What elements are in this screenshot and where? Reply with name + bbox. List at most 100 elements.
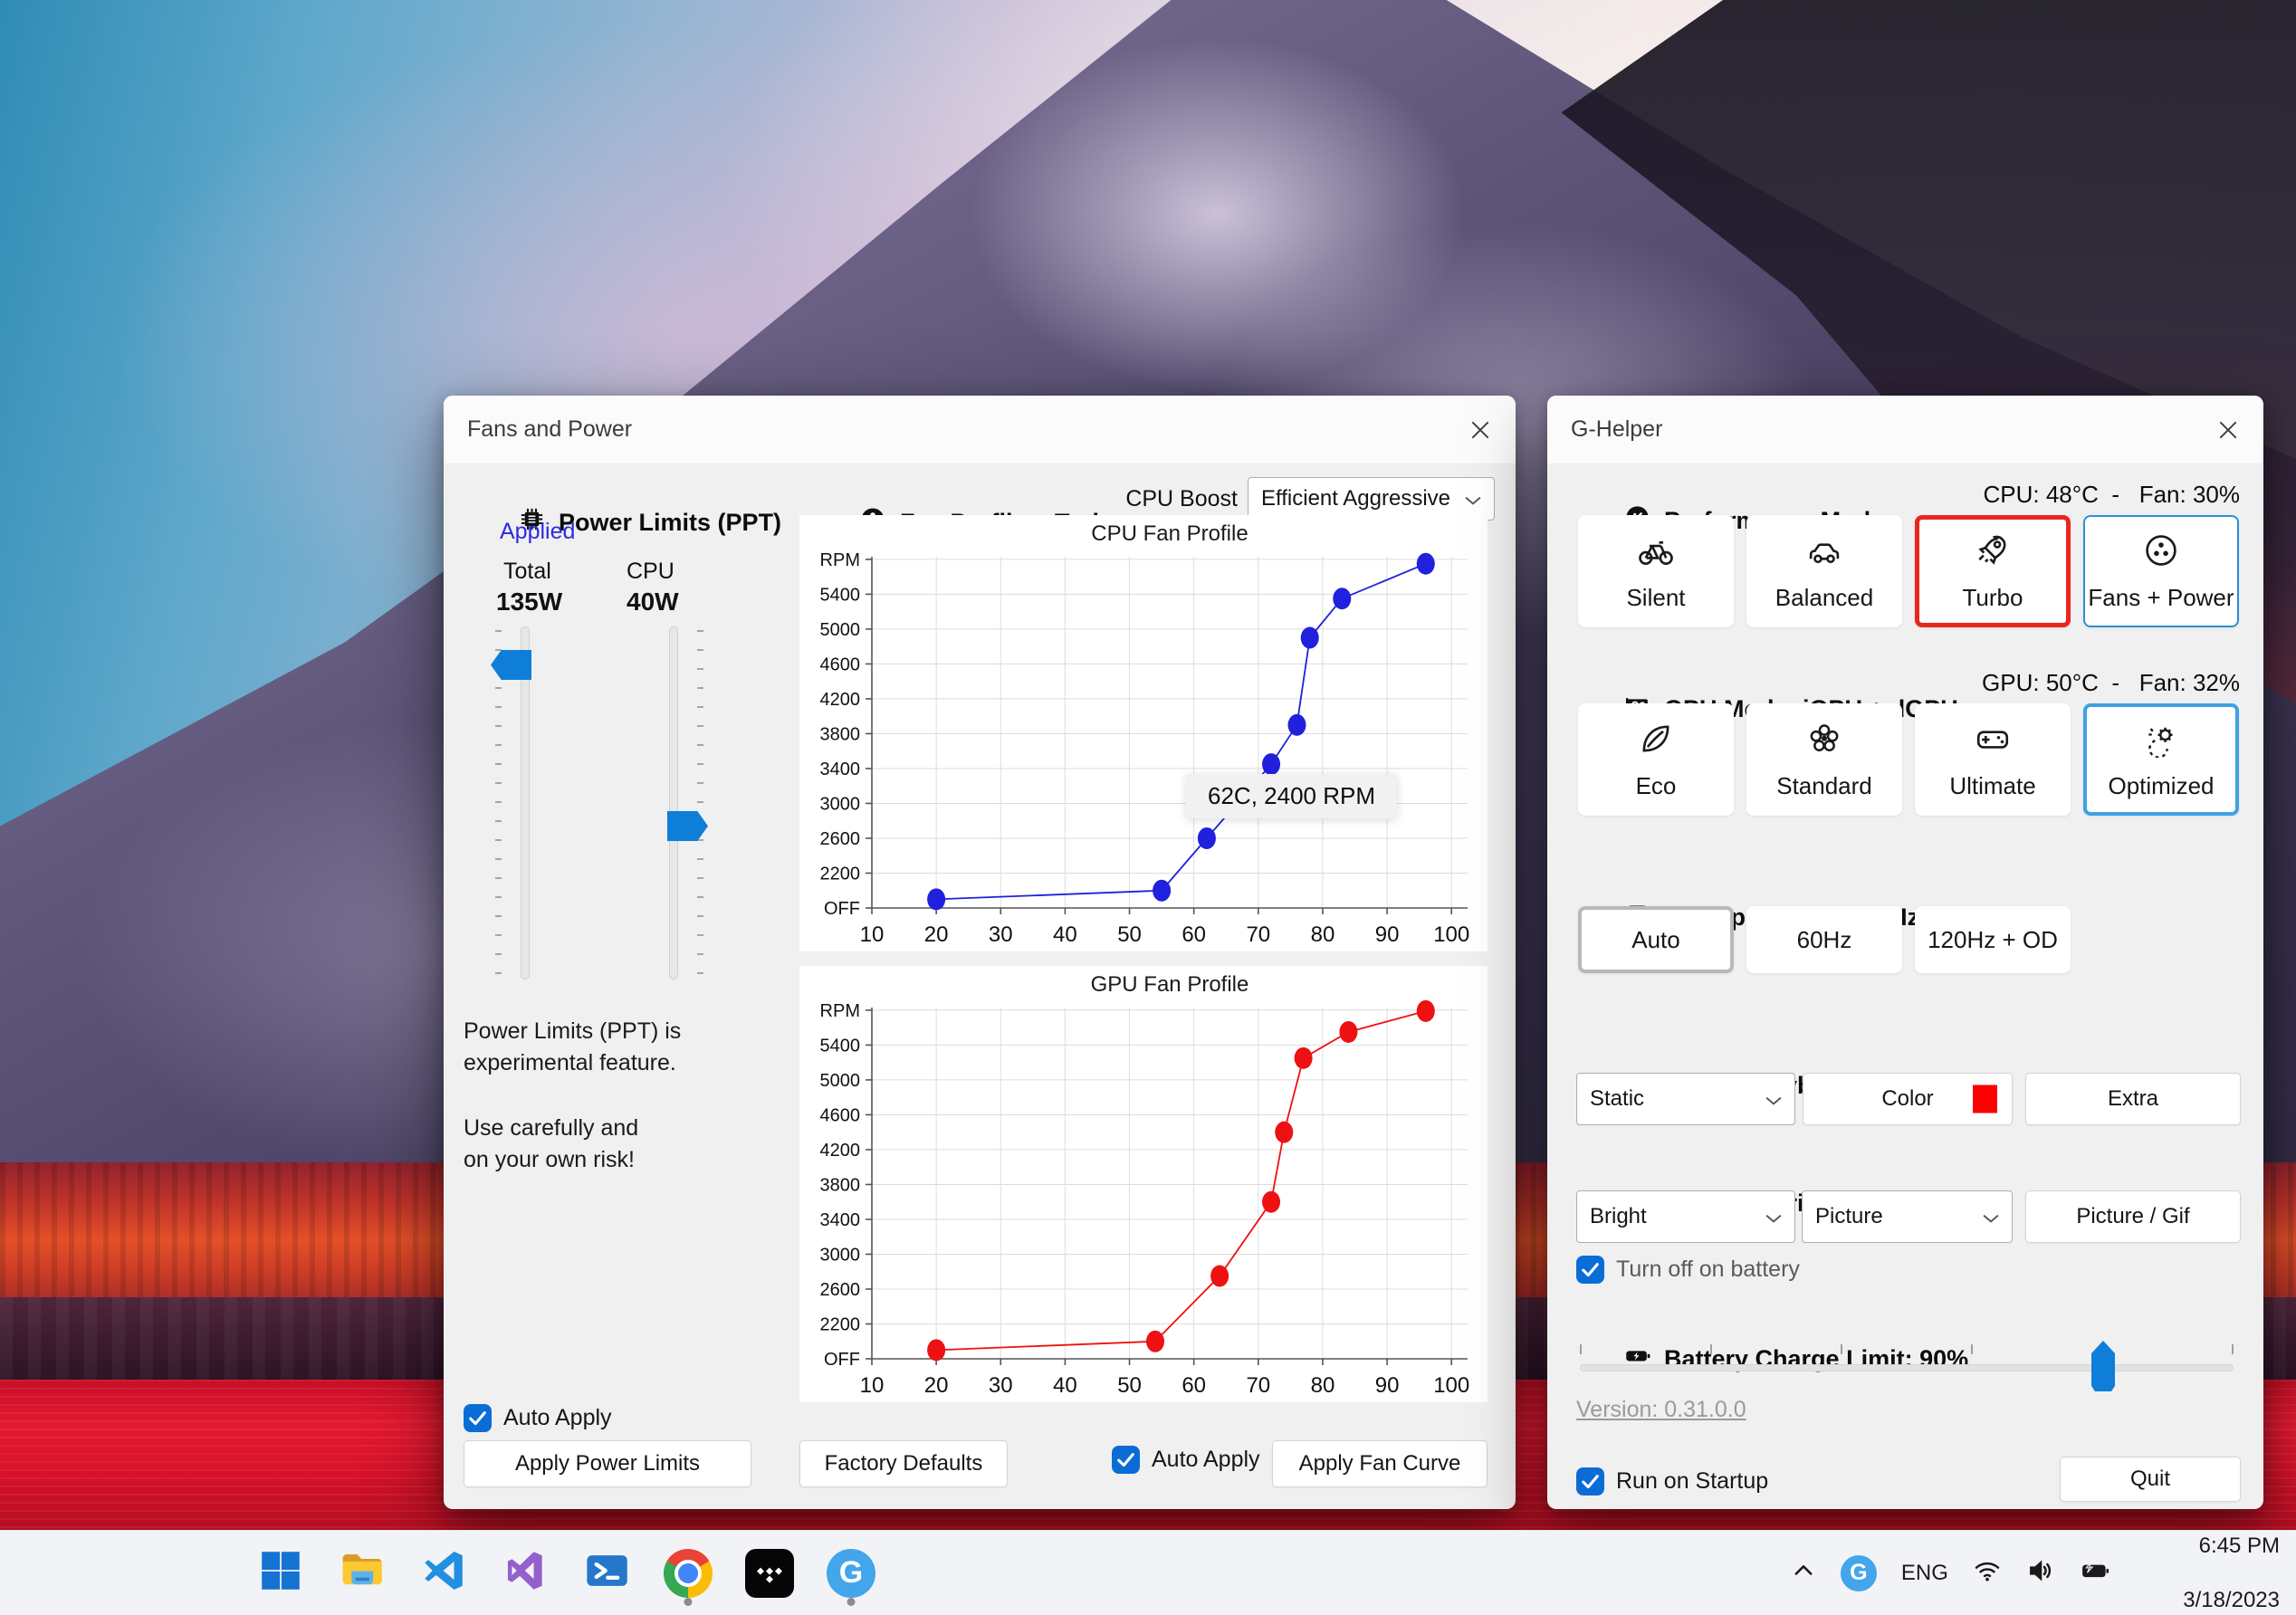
cpu-fan-tooltip: 62C, 2400 RPM — [1186, 774, 1397, 818]
eco-mode-button[interactable]: Eco — [1578, 703, 1734, 816]
rocket-icon — [1974, 531, 2012, 576]
vscode-button[interactable] — [418, 1538, 469, 1609]
running-indicator — [847, 1597, 856, 1606]
standard-mode-button[interactable]: Standard — [1746, 703, 1902, 816]
gpu-temp-status: GPU: 50°C - Fan: 32% — [1982, 669, 2240, 696]
powershell-button[interactable] — [581, 1538, 632, 1609]
svg-text:3000: 3000 — [820, 1245, 861, 1265]
battery-bolt-icon — [1569, 1314, 1651, 1404]
factory-defaults-button[interactable]: Factory Defaults — [799, 1440, 1008, 1487]
desktop: Fans and Power Power Limits (PPT) Applie… — [0, 0, 2296, 1615]
svg-text:100: 100 — [1433, 922, 1469, 947]
fans-window-titlebar[interactable]: Fans and Power — [444, 396, 1516, 464]
ppt-note-line2: experimental feature. — [464, 1050, 676, 1075]
svg-text:60: 60 — [1181, 922, 1206, 947]
matrix-mode-select[interactable]: Picture — [1802, 1190, 2013, 1243]
auto-apply-power-row: Auto Apply — [464, 1404, 612, 1432]
svg-text:5400: 5400 — [820, 585, 861, 605]
ultimate-mode-button[interactable]: Ultimate — [1915, 703, 2071, 816]
keyboard-extra-button[interactable]: Extra — [2025, 1073, 2241, 1125]
auto-apply-fans-row: Auto Apply — [1112, 1446, 1260, 1474]
svg-text:2200: 2200 — [820, 864, 861, 884]
slider-track[interactable] — [669, 626, 678, 980]
screen-auto-button[interactable]: Auto — [1578, 906, 1734, 973]
keyboard-color-button[interactable]: Color — [1803, 1073, 2013, 1125]
apply-fan-curve-button[interactable]: Apply Fan Curve — [1272, 1440, 1488, 1487]
close-icon[interactable] — [2205, 408, 2251, 452]
auto-apply-fans-checkbox[interactable] — [1112, 1446, 1140, 1474]
cpu-boost-select[interactable]: Efficient Aggressive — [1248, 477, 1495, 521]
taskbar: G G ENG 6:45 PM 3/18/2023 — [0, 1530, 2296, 1615]
svg-text:60: 60 — [1181, 1373, 1206, 1398]
run-on-startup-checkbox[interactable] — [1576, 1467, 1604, 1496]
quit-button[interactable]: Quit — [2060, 1457, 2241, 1502]
svg-text:80: 80 — [1311, 922, 1335, 947]
svg-text:4600: 4600 — [820, 1105, 861, 1125]
svg-text:4200: 4200 — [820, 690, 861, 710]
battery-icon[interactable] — [2080, 1555, 2110, 1591]
svg-text:50: 50 — [1117, 922, 1142, 947]
svg-text:20: 20 — [924, 922, 949, 947]
matrix-brightness-select[interactable]: Bright — [1576, 1190, 1795, 1243]
svg-text:5000: 5000 — [820, 620, 861, 640]
system-tray: G ENG 6:45 PM 3/18/2023 — [1791, 1531, 2280, 1615]
start-button[interactable] — [255, 1538, 306, 1609]
svg-text:2600: 2600 — [820, 1280, 861, 1300]
svg-text:70: 70 — [1246, 1373, 1270, 1398]
screen-60hz-button[interactable]: 60Hz — [1746, 906, 1902, 973]
visual-studio-button[interactable] — [500, 1538, 550, 1609]
optimized-mode-button[interactable]: Optimized — [2083, 703, 2239, 816]
svg-text:30: 30 — [989, 1373, 1013, 1398]
cpu-fan-chart[interactable]: CPU Fan Profile OFF 2200 2600 3000 3400 3800 42… — [799, 515, 1488, 951]
gpu-fan-chart[interactable]: GPU Fan Profile OFF 2200 2600 3000 3400 3800 42… — [799, 966, 1488, 1402]
chevron-up-icon[interactable] — [1791, 1558, 1816, 1588]
version-link[interactable]: Version: 0.31.0.0 — [1576, 1397, 1746, 1423]
file-explorer-button[interactable] — [337, 1538, 387, 1609]
svg-text:10: 10 — [860, 922, 885, 947]
window-title: G-Helper — [1571, 416, 1663, 442]
chevron-down-icon — [1765, 1204, 1782, 1229]
battery-slider-track[interactable] — [1580, 1364, 2234, 1371]
g-helper-button[interactable]: G — [826, 1538, 876, 1609]
svg-text:4200: 4200 — [820, 1141, 861, 1161]
chrome-button[interactable] — [663, 1538, 713, 1609]
chrome-icon — [664, 1548, 713, 1598]
fans-power-button[interactable]: Fans + Power — [2083, 515, 2239, 627]
vscode-icon — [420, 1547, 467, 1599]
keyboard-mode-select[interactable]: Static — [1576, 1073, 1795, 1125]
language-indicator[interactable]: ENG — [1901, 1561, 1948, 1586]
cpu-power-slider[interactable] — [644, 626, 708, 980]
windows-start-icon — [257, 1547, 304, 1599]
chevron-down-icon — [1765, 1086, 1782, 1112]
visual-studio-icon — [502, 1547, 549, 1599]
total-power-slider[interactable] — [491, 626, 555, 980]
tidal-button[interactable] — [744, 1538, 795, 1609]
flower-icon — [1805, 720, 1843, 764]
cpu-value: 40W — [627, 588, 679, 616]
ghelper-titlebar[interactable]: G-Helper — [1547, 396, 2263, 464]
matrix-picture-gif-button[interactable]: Picture / Gif — [2025, 1190, 2241, 1243]
svg-text:10: 10 — [860, 1373, 885, 1398]
balanced-mode-button[interactable]: Balanced — [1746, 515, 1902, 627]
wifi-icon[interactable] — [1973, 1556, 2002, 1590]
ppt-note-line4: on your own risk! — [464, 1147, 635, 1172]
turn-off-on-battery-checkbox[interactable] — [1576, 1256, 1604, 1284]
apply-power-limits-button[interactable]: Apply Power Limits — [464, 1440, 751, 1487]
svg-text:90: 90 — [1375, 922, 1400, 947]
applied-link[interactable]: Applied — [500, 519, 575, 545]
turbo-mode-button[interactable]: Turbo — [1915, 515, 2071, 627]
taskbar-clock[interactable]: 6:45 PM 3/18/2023 — [2135, 1505, 2280, 1615]
cpu-fan-chart-plot: CPU Fan Profile OFF 2200 2600 3000 3400 3800 42… — [799, 515, 1488, 956]
close-icon[interactable] — [1458, 408, 1503, 452]
volume-icon[interactable] — [2026, 1556, 2055, 1590]
g-helper-icon: G — [827, 1548, 875, 1598]
g-helper-tray-icon[interactable]: G — [1840, 1554, 1877, 1591]
silent-mode-button[interactable]: Silent — [1578, 515, 1734, 627]
auto-optimize-icon — [2142, 720, 2180, 764]
auto-apply-power-checkbox[interactable] — [464, 1404, 492, 1432]
svg-text:RPM: RPM — [820, 1001, 860, 1021]
svg-text:RPM: RPM — [820, 550, 860, 570]
svg-text:80: 80 — [1311, 1373, 1335, 1398]
g-helper-window: G-Helper Performance Mode CPU: 48°C - Fa… — [1547, 396, 2263, 1509]
screen-120hz-od-button[interactable]: 120Hz + OD — [1915, 906, 2071, 973]
